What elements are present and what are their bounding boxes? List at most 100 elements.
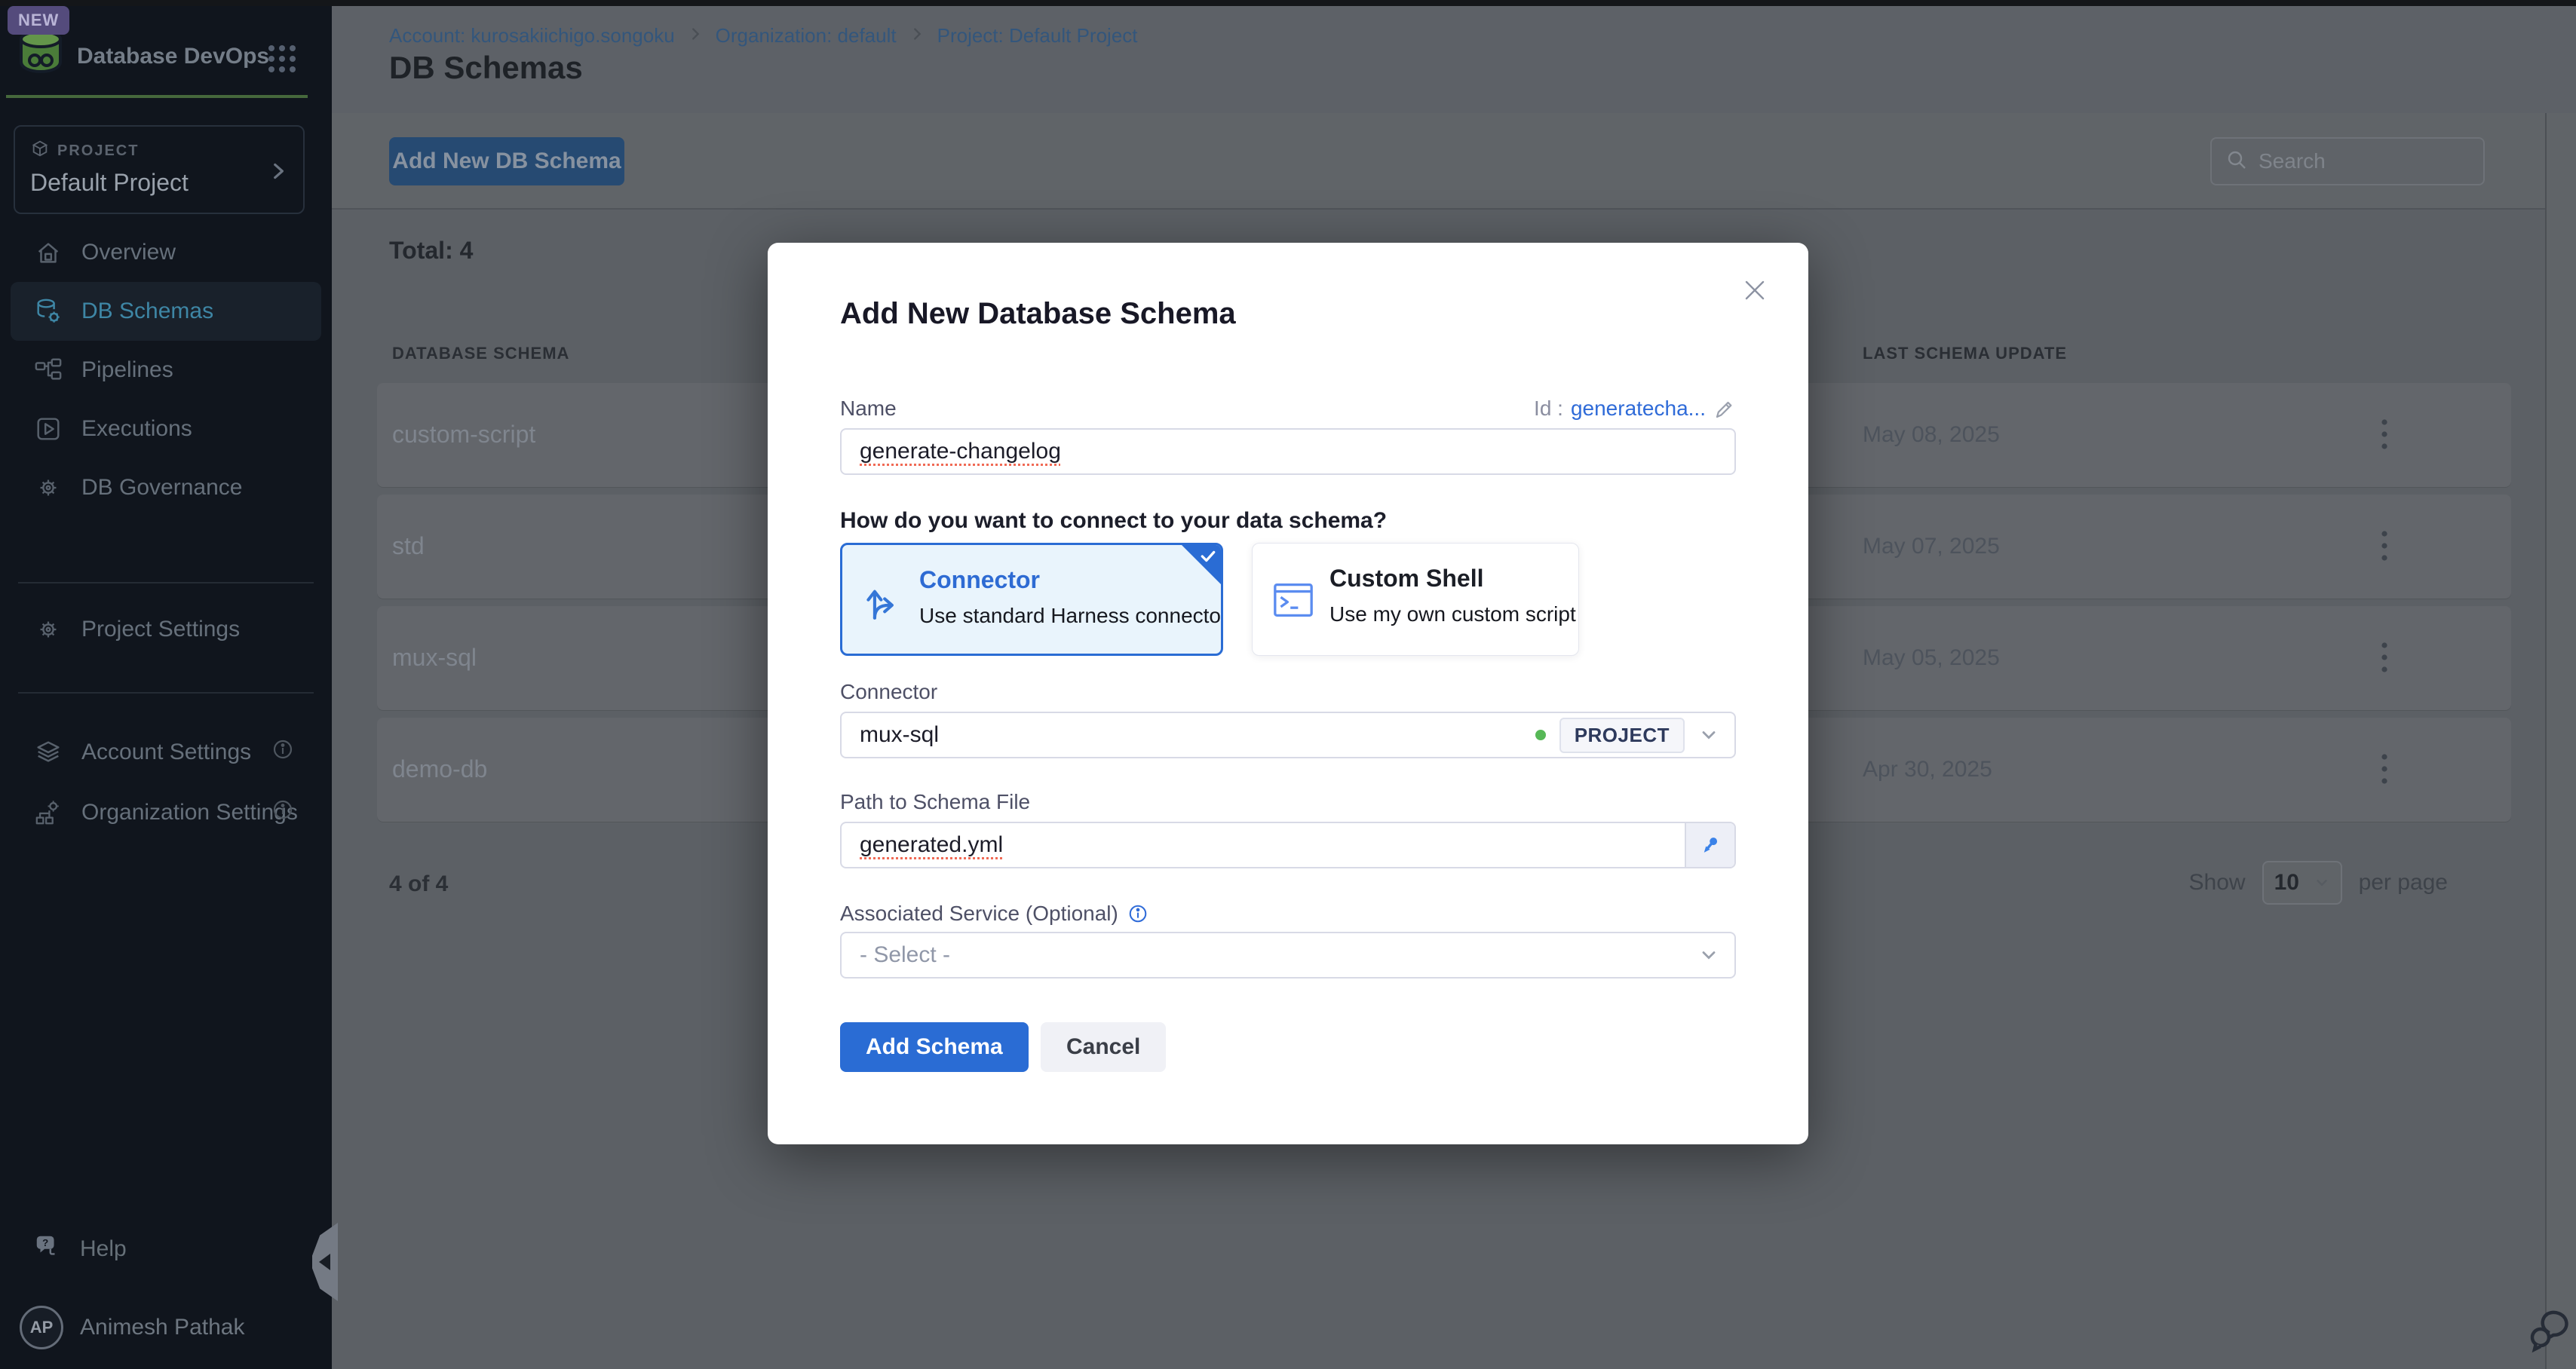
svg-text:?: ? (42, 1237, 48, 1248)
sidebar-nav: Overview DB Schemas Pipelin (0, 223, 332, 517)
service-select[interactable]: - Select - (840, 932, 1736, 979)
toolbar: Add New DB Schema (332, 113, 2576, 210)
help-chat-icon: ? (33, 1232, 62, 1266)
schema-name: demo-db (392, 755, 487, 783)
pin-button[interactable] (1685, 823, 1734, 867)
brand-accent-line (6, 95, 308, 98)
close-icon[interactable] (1740, 276, 1769, 307)
branch-arrows-icon (862, 580, 906, 627)
vertical-scrollbar[interactable] (2545, 113, 2576, 1369)
edit-pencil-icon[interactable] (1713, 397, 1736, 420)
terminal-icon (1272, 581, 1314, 623)
project-name: Default Project (30, 169, 288, 197)
path-input-value: generated.yml (860, 832, 1003, 858)
schema-name: mux-sql (392, 644, 477, 672)
sidebar-item-db-schemas[interactable]: DB Schemas (11, 282, 321, 341)
sidebar: NEW Database DevOps PROJECT Default Proj… (0, 0, 332, 1369)
sidebar-item-label: Organization Settings (81, 800, 298, 825)
sidebar-item-overview[interactable]: Overview (0, 223, 332, 282)
search-input[interactable] (2259, 149, 2455, 173)
name-input[interactable]: generate-changelog (840, 428, 1736, 475)
app-grid-icon[interactable] (265, 42, 299, 79)
breadcrumb-org-link[interactable]: Organization: default (716, 24, 897, 47)
info-icon[interactable] (1127, 903, 1148, 924)
pagination-controls: Show 10 per page (2189, 861, 2448, 905)
add-schema-button[interactable]: Add Schema (840, 1022, 1029, 1072)
new-badge: NEW (8, 6, 69, 35)
avatar: AP (20, 1306, 63, 1349)
schema-name: custom-script (392, 421, 535, 449)
id-prefix: Id : (1534, 397, 1563, 421)
row-menu-kebab-icon[interactable] (2363, 525, 2406, 567)
path-input[interactable]: generated.yml (842, 823, 1685, 867)
chevron-right-icon (687, 24, 704, 47)
layers-icon (33, 738, 63, 767)
sidebar-item-label: Pipelines (81, 357, 173, 383)
chevron-down-icon (1698, 945, 1719, 966)
sidebar-item-account-settings[interactable]: Account Settings (0, 722, 332, 783)
database-devops-logo-icon (15, 27, 66, 82)
sidebar-item-label: Executions (81, 416, 192, 442)
sidebar-item-executions[interactable]: Executions (0, 400, 332, 458)
sidebar-item-label: DB Governance (81, 475, 242, 501)
service-label: Associated Service (Optional) (840, 902, 1118, 926)
row-menu-kebab-icon[interactable] (2363, 636, 2406, 678)
sidebar-item-label: DB Schemas (81, 299, 213, 324)
connector-select[interactable]: mux-sql PROJECT (840, 712, 1736, 758)
window-top-edge (0, 0, 2576, 6)
breadcrumb-account-link[interactable]: Account: kurosakiichigo.songoku (389, 24, 675, 47)
row-menu-kebab-icon[interactable] (2363, 413, 2406, 455)
schema-date: May 07, 2025 (1863, 534, 2000, 559)
executions-icon (33, 415, 63, 443)
breadcrumb: Account: kurosakiichigo.songoku Organiza… (389, 24, 1138, 47)
row-menu-kebab-icon[interactable] (2363, 748, 2406, 790)
option-card-connector[interactable]: Connector Use standard Harness connector (840, 543, 1223, 656)
sidebar-item-pipelines[interactable]: Pipelines (0, 341, 332, 400)
scope-badge: PROJECT (1559, 718, 1685, 753)
sidebar-item-label: Account Settings (81, 740, 251, 765)
breadcrumb-project-link[interactable]: Project: Default Project (937, 24, 1138, 47)
sidebar-section: Account Settings Organization Settings (0, 722, 332, 843)
project-label: PROJECT (57, 142, 139, 160)
chat-feedback-icon[interactable] (2528, 1303, 2576, 1360)
db-schemas-icon (33, 297, 63, 326)
search-icon (2225, 149, 2248, 175)
path-input-group: generated.yml (840, 822, 1736, 868)
schema-name: std (392, 532, 425, 560)
page-title: DB Schemas (389, 50, 583, 86)
org-settings-icon (33, 798, 63, 827)
schema-date: May 05, 2025 (1863, 645, 2000, 671)
help-button[interactable]: ? Help (0, 1220, 332, 1279)
chevron-right-icon (909, 24, 925, 47)
schema-date: May 08, 2025 (1863, 422, 2000, 448)
sidebar-item-project-settings[interactable]: Project Settings (0, 600, 332, 659)
option-desc: Use standard Harness connector (919, 604, 1223, 628)
project-selector[interactable]: PROJECT Default Project (14, 125, 305, 214)
sidebar-section: Project Settings (0, 600, 332, 659)
page-size-value: 10 (2274, 870, 2299, 896)
user-name: Animesh Pathak (80, 1315, 244, 1340)
search-box[interactable] (2210, 137, 2485, 185)
user-menu[interactable]: AP Animesh Pathak (0, 1306, 332, 1349)
cancel-button[interactable]: Cancel (1041, 1022, 1166, 1072)
service-label-row: Associated Service (Optional) (840, 902, 1148, 926)
info-icon[interactable] (271, 738, 294, 767)
sidebar-item-db-governance[interactable]: DB Governance (0, 458, 332, 517)
id-value-link[interactable]: generatecha... (1571, 397, 1706, 421)
help-label: Help (80, 1236, 127, 1262)
schema-date: Apr 30, 2025 (1863, 757, 1992, 783)
option-title: Custom Shell (1329, 565, 1483, 593)
service-select-value: - Select - (860, 942, 950, 968)
collapse-arrow-icon (319, 1254, 330, 1270)
add-new-db-schema-button[interactable]: Add New DB Schema (389, 137, 624, 185)
page-size-select[interactable]: 10 (2262, 861, 2342, 905)
total-count: Total: 4 (389, 237, 473, 265)
sidebar-divider (18, 582, 314, 583)
info-icon[interactable] (271, 798, 294, 827)
connector-label: Connector (840, 680, 937, 704)
option-title: Connector (919, 566, 1040, 594)
sidebar-item-organization-settings[interactable]: Organization Settings (0, 783, 332, 843)
app-title: Database DevOps (77, 44, 269, 69)
name-label: Name (840, 397, 897, 421)
option-card-custom-shell[interactable]: Custom Shell Use my own custom script (1252, 543, 1579, 656)
